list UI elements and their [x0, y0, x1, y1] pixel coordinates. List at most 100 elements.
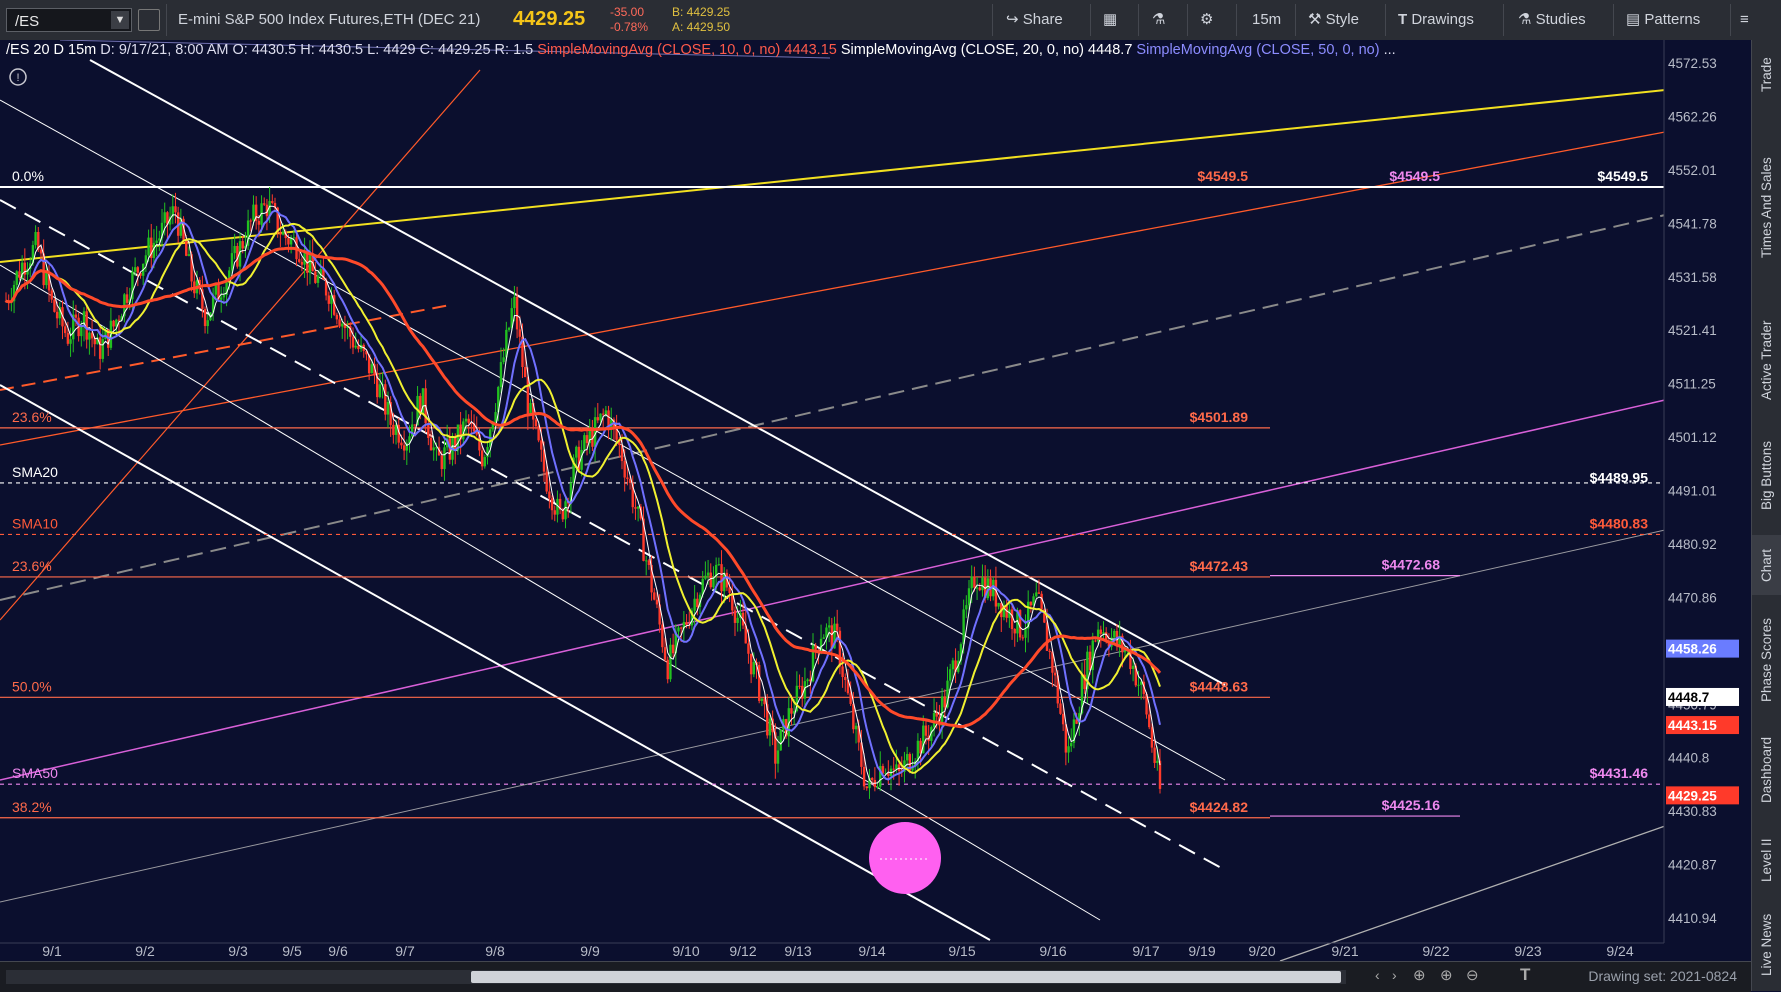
candle-body — [671, 644, 675, 654]
left-label-5: 50.0% — [12, 678, 52, 694]
chevron-down-icon[interactable]: ▼ — [111, 11, 129, 29]
symbol-description: E-mini S&P 500 Index Futures,ETH (DEC 21… — [178, 11, 481, 28]
candle-body — [413, 424, 417, 426]
candle-body — [679, 627, 683, 629]
settings-button[interactable]: ⚙ — [1200, 8, 1213, 32]
x-tick-label: 9/13 — [784, 943, 811, 959]
time-scrollbar[interactable] — [6, 970, 1346, 984]
tab-times-and-sales[interactable]: Times And Sales — [1752, 120, 1781, 295]
candle-body — [233, 246, 236, 254]
candle-body — [1029, 601, 1033, 606]
candle-body — [214, 284, 218, 295]
studies-button[interactable]: ⚗ Studies — [1518, 8, 1586, 32]
candle-body — [1061, 713, 1065, 725]
scroll-right-icon[interactable]: › — [1392, 967, 1397, 983]
patterns-button[interactable]: ▤ Patterns — [1626, 8, 1700, 32]
drawings-button[interactable]: T Drawings — [1398, 8, 1474, 32]
tab-phase-scores[interactable]: Phase Scores — [1752, 605, 1781, 715]
candle-body — [550, 498, 554, 511]
level-label-0: $4549.5 — [1197, 168, 1248, 184]
candle-body — [338, 319, 341, 327]
style-icon: ⚒ — [1308, 11, 1322, 28]
candle-body — [378, 384, 382, 398]
drawing-set-label[interactable]: Drawing set: 2021-0824 — [1588, 968, 1737, 984]
candle-body — [386, 401, 390, 415]
candle-body — [1013, 629, 1016, 634]
tab-active-trader[interactable]: Active Trader — [1752, 305, 1781, 415]
x-tick-label: 9/7 — [395, 943, 415, 959]
tab-trade[interactable]: Trade — [1752, 40, 1781, 110]
left-label-3: SMA10 — [12, 515, 58, 531]
price-chart[interactable]: 0.0%23.6%SMA20SMA1023.6%50.0%SMA5038.2% … — [0, 40, 1751, 961]
candle-body — [98, 337, 102, 359]
candle-body — [905, 754, 909, 761]
level-label-6: $4472.43 — [1190, 558, 1249, 574]
last-price: 4429.25 — [513, 8, 586, 30]
candle-body — [645, 560, 648, 562]
symbol-selector[interactable]: /ES ▼ — [6, 8, 132, 32]
candle-body — [351, 336, 355, 348]
candle-body — [752, 662, 756, 675]
candle-body — [940, 696, 944, 726]
more-studies[interactable]: ... — [1384, 42, 1396, 58]
zoom-in-icon[interactable]: ⊕ — [1440, 966, 1453, 984]
candle-body — [300, 261, 304, 265]
x-tick-label: 9/2 — [135, 943, 155, 959]
y-tick-label: 4420.87 — [1668, 858, 1717, 873]
tab-live-news[interactable]: Live News — [1752, 905, 1781, 985]
candle-body — [429, 437, 433, 451]
candle-body — [1048, 650, 1051, 652]
lab-button[interactable]: ⚗ — [1152, 8, 1165, 32]
style-button[interactable]: ⚒ Style — [1308, 8, 1359, 32]
tab-chart[interactable]: Chart — [1752, 535, 1781, 595]
candle-body — [836, 623, 839, 631]
candle-body — [636, 506, 640, 509]
scrollbar-thumb[interactable] — [471, 971, 1341, 983]
y-tick-label: 4562.26 — [1668, 109, 1717, 124]
toolbar-divider — [1613, 4, 1614, 36]
left-label-1: 23.6% — [12, 409, 52, 425]
candle-body — [1045, 622, 1049, 651]
candle-body — [292, 237, 296, 239]
sma10-label[interactable]: SimpleMovingAvg (CLOSE, 10, 0, no) — [537, 42, 780, 58]
share-button[interactable]: ↪ Share — [1006, 8, 1063, 32]
candle-body — [986, 578, 990, 599]
level-label-5: $4480.83 — [1590, 515, 1649, 531]
timeframe-button[interactable]: 15m — [1252, 8, 1281, 32]
zoom-out-icon[interactable]: ⊖ — [1466, 966, 1479, 984]
gear-icon: ⚙ — [1200, 11, 1214, 28]
candle-body — [1113, 630, 1116, 638]
price-badge-label: 4458.26 — [1668, 642, 1717, 657]
candle-body — [970, 576, 973, 589]
flask-icon: ⚗ — [1152, 11, 1166, 28]
sma50-label[interactable]: SimpleMovingAvg (CLOSE, 50, 0, no) — [1136, 42, 1379, 58]
candle-body — [155, 240, 158, 243]
candle-body — [601, 413, 605, 415]
candle-body — [596, 417, 599, 421]
candle-body — [685, 621, 688, 625]
candle-body — [507, 327, 511, 330]
flexible-grid-button[interactable]: ▦ — [1103, 8, 1117, 32]
chart-background — [0, 40, 1751, 961]
drawing-text-icon[interactable]: T — [1520, 965, 1530, 985]
candle-body — [117, 319, 121, 321]
candle-body — [798, 685, 801, 687]
candle-body — [583, 435, 586, 450]
scroll-left-icon[interactable]: ‹ — [1375, 967, 1380, 983]
tab-dashboard[interactable]: Dashboard — [1752, 725, 1781, 815]
candle-body — [241, 241, 244, 249]
symbol-table-icon[interactable] — [138, 9, 160, 31]
candle-body — [55, 311, 59, 319]
candle-body — [464, 418, 468, 422]
tab-level-ii[interactable]: Level II — [1752, 825, 1781, 895]
candle-body — [400, 442, 403, 446]
candle-body — [895, 764, 898, 770]
tab-big-buttons[interactable]: Big Buttons — [1752, 425, 1781, 525]
toolbar-divider — [1090, 4, 1091, 36]
bid-ask: B: 4429.25 A: 4429.50 — [672, 5, 731, 34]
more-button[interactable]: ≡ — [1740, 8, 1749, 32]
sma20-label[interactable]: SimpleMovingAvg (CLOSE, 20, 0, no) — [841, 42, 1084, 58]
pan-icon[interactable]: ⊕ — [1413, 966, 1426, 984]
x-tick-label: 9/9 — [580, 943, 600, 959]
y-tick-label: 4501.12 — [1668, 430, 1717, 445]
